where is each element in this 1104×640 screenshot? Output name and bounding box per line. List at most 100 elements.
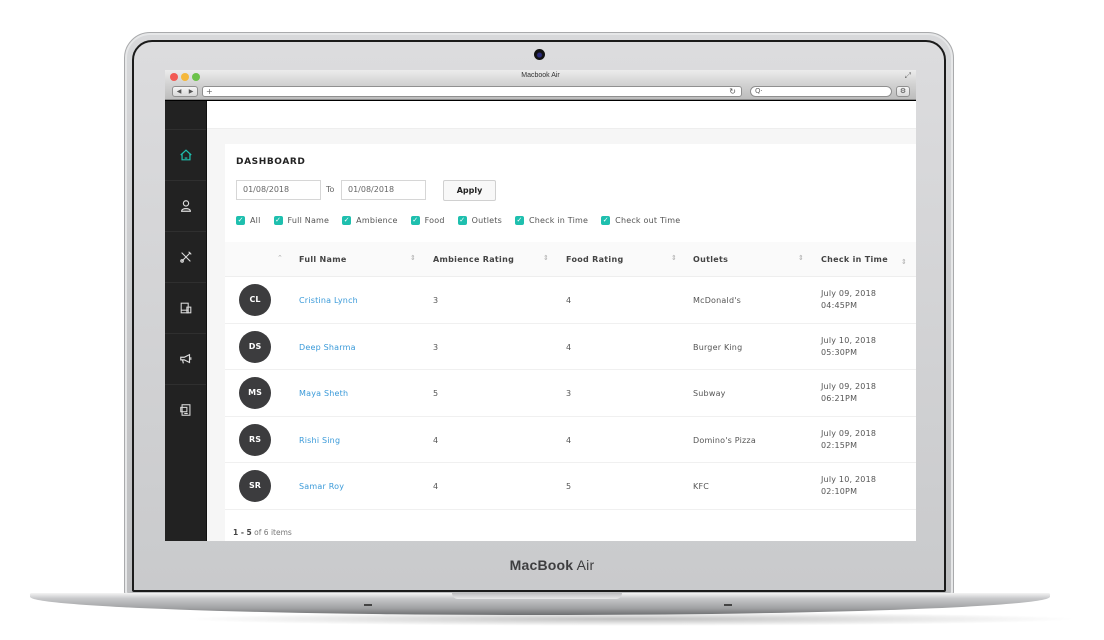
column-header-full-name[interactable]: Full Name	[299, 255, 347, 264]
filter-label: Outlets	[471, 216, 502, 225]
check-in-clock: 06:21PM	[821, 394, 858, 403]
to-date-input[interactable]: 01/08/2018	[341, 180, 426, 200]
laptop-foot	[724, 604, 732, 606]
full-name-link[interactable]: Samar Roy	[299, 482, 344, 491]
column-header-food-rating[interactable]: Food Rating	[566, 255, 624, 264]
outlet-name: Domino's Pizza	[693, 435, 756, 445]
forward-button[interactable]: ▶	[189, 88, 194, 95]
check-in-date: July 10, 2018	[821, 335, 877, 345]
filter-checkbox-check-in-time[interactable]: ✓ Check in Time	[514, 216, 588, 225]
filter-checkbox-full-name[interactable]: ✓ Full Name	[273, 216, 330, 225]
from-date-input[interactable]: 01/08/2018	[236, 180, 321, 200]
reload-icon[interactable]: ↻	[729, 87, 736, 96]
sidebar-item-reports[interactable]	[165, 384, 206, 435]
table-row: RS Rishi Sing 4 4 Domino's Pizza July 09, 201…	[225, 416, 916, 463]
sort-outlets-icon[interactable]: ⇕	[798, 254, 804, 262]
ambience-rating: 5	[433, 389, 439, 398]
checkbox-checked-icon[interactable]: ✓	[342, 216, 352, 225]
full-name-link[interactable]: Cristina Lynch	[299, 296, 358, 305]
pagination-total: of 6 items	[254, 528, 292, 537]
avatar: DS	[239, 330, 271, 363]
column-header-check-in-time[interactable]: Check in Time	[821, 255, 888, 264]
brand-bold: MacBook	[509, 557, 574, 573]
back-button[interactable]: ◀	[177, 88, 182, 95]
column-header-outlets[interactable]: Outlets	[693, 255, 728, 264]
table-row: CL Cristina Lynch 3 4 McDonald's July 09, 201…	[225, 277, 916, 324]
page-title: DASHBOARD	[236, 157, 306, 167]
check-in-clock: 02:10PM	[821, 487, 858, 496]
checkbox-checked-icon[interactable]: ✓	[601, 216, 611, 225]
outlet-name: Burger King	[693, 342, 743, 352]
sidebar-item-campaigns[interactable]	[165, 333, 206, 384]
new-tab-icon[interactable]: +	[206, 87, 213, 96]
ambience-rating: 4	[433, 435, 439, 445]
check-in-date: July 09, 2018	[821, 428, 877, 438]
sidebar-item-home[interactable]	[165, 129, 206, 180]
sort-food-icon[interactable]: ⇕	[671, 254, 677, 262]
sidebar-item-users[interactable]	[165, 180, 206, 231]
user-icon	[180, 200, 191, 212]
full-name-link[interactable]: Maya Sheth	[299, 389, 348, 398]
checkbox-checked-icon[interactable]: ✓	[514, 216, 524, 225]
full-name-link[interactable]: Deep Sharma	[299, 343, 356, 352]
ratings-table: ⌃ Full Name ⇕ Ambience Rating ⇕ Food Rat…	[225, 242, 916, 510]
laptop-foot	[364, 604, 372, 606]
device-brand-label: MacBook Air	[0, 557, 1104, 573]
table-header: ⌃ Full Name ⇕ Ambience Rating ⇕ Food Rat…	[225, 242, 916, 277]
ambience-rating: 3	[433, 342, 439, 352]
column-filters: ✓ All ✓ Full Name ✓ Ambience ✓ Food ✓ Outlets ✓ Che…	[236, 216, 693, 225]
screen: Macbook Air ⤢ ◀ ▶ + ↻ Q· ⚙ DASHBOARD 01/…	[165, 70, 916, 541]
checkbox-checked-icon[interactable]: ✓	[457, 216, 467, 225]
filter-label: All	[250, 216, 261, 225]
filter-checkbox-check-out-time[interactable]: ✓ Check out Time	[601, 216, 680, 225]
full-name-link[interactable]: Rishi Sing	[299, 436, 340, 445]
sort-avatar-icon[interactable]: ⌃	[277, 254, 283, 262]
fullscreen-icon[interactable]: ⤢	[905, 71, 911, 81]
sort-full-name-icon[interactable]: ⇕	[410, 254, 416, 262]
sort-check-in-icon[interactable]: ⇕	[901, 258, 907, 266]
table-body: CL Cristina Lynch 3 4 McDonald's July 09, 201…	[225, 277, 916, 510]
outlet-name: Subway	[693, 389, 726, 398]
avatar: MS	[239, 377, 271, 409]
filter-checkbox-ambience[interactable]: ✓ Ambience	[342, 216, 397, 225]
apply-button[interactable]: Apply	[443, 180, 496, 201]
sidebar-item-devices[interactable]	[165, 282, 206, 333]
filter-label: Food	[424, 216, 445, 225]
home-icon	[179, 149, 192, 161]
laptop-notch	[452, 593, 622, 599]
filter-checkbox-all[interactable]: ✓ All	[236, 216, 261, 225]
camera-icon	[534, 49, 545, 60]
main-content: DASHBOARD 01/08/2018 To 01/08/2018 Apply…	[207, 101, 916, 541]
outlet-name: KFC	[693, 482, 710, 491]
window-titlebar: Macbook Air ⤢	[165, 70, 916, 84]
checkbox-checked-icon[interactable]: ✓	[410, 216, 420, 225]
sort-ambience-icon[interactable]: ⇕	[543, 254, 549, 262]
pagination-info: 1 - 5 of 6 items	[233, 528, 292, 537]
sidebar-item-tools[interactable]	[165, 231, 206, 282]
brand-light: Air	[576, 557, 595, 573]
app: DASHBOARD 01/08/2018 To 01/08/2018 Apply…	[165, 101, 916, 541]
to-label: To	[326, 185, 335, 194]
filter-checkbox-food[interactable]: ✓ Food	[410, 216, 445, 225]
check-in-time: July 09, 2018 02:15PM	[821, 428, 876, 452]
checkbox-checked-icon[interactable]: ✓	[273, 216, 283, 225]
check-in-time: July 09, 2018 04:45PM	[821, 288, 876, 312]
filter-label: Full Name	[287, 216, 330, 225]
food-rating: 4	[566, 342, 572, 352]
check-in-date: July 09, 2018	[821, 289, 877, 298]
column-header-ambience-rating[interactable]: Ambience Rating	[433, 255, 514, 264]
food-rating: 3	[566, 389, 572, 398]
pagination-range: 1 - 5	[233, 528, 252, 537]
settings-gear-icon[interactable]: ⚙	[896, 86, 910, 97]
checkbox-checked-icon[interactable]: ✓	[236, 216, 245, 225]
top-bar	[207, 101, 916, 129]
avatar: CL	[239, 284, 271, 316]
search-input[interactable]: Q·	[750, 86, 892, 97]
devices-icon	[180, 302, 191, 314]
check-in-clock: 04:45PM	[821, 301, 858, 310]
browser-toolbar: ◀ ▶ + ↻ Q· ⚙	[165, 84, 916, 100]
filter-checkbox-outlets[interactable]: ✓ Outlets	[457, 216, 502, 225]
avatar: RS	[239, 423, 271, 456]
megaphone-icon	[179, 353, 191, 364]
url-bar[interactable]: + ↻	[202, 86, 742, 97]
